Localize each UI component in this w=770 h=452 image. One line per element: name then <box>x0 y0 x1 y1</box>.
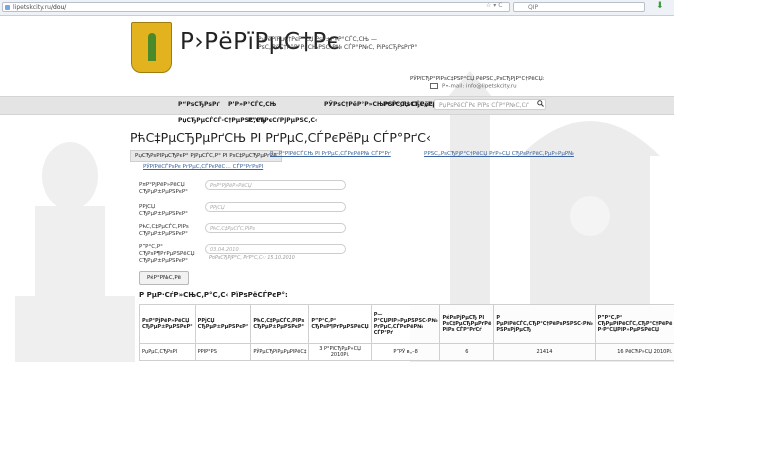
patronymic-input[interactable]: РћС‚С‡РµСЃС‚РІРѕ <box>205 223 346 233</box>
birthdate-input[interactable]: 03.04.2010 <box>205 244 346 254</box>
cell-birthdate: 3 Р°РїСЂРµР»СЏ 2010Рі. <box>308 343 372 361</box>
menu-item-1[interactable]: Р“РѕСЂРѕРґ <box>178 101 219 108</box>
patronymic-label: РћС‚С‡РµСЃС‚РІРѕ СЂРµР±РµРЅРєР° <box>139 224 189 237</box>
col-surname: Р¤Р°РјРёР»РёСЏ СЂРµР±РµРЅРєР° <box>139 304 196 344</box>
col-name: РРјСЏ СЂРµР±РµРЅРєР° <box>194 304 252 344</box>
monument-watermark-left <box>15 142 135 362</box>
city-coat-of-arms-logo[interactable] <box>131 22 172 73</box>
download-arrow-icon[interactable]: ⬇ <box>656 1 664 11</box>
cell-surname: РџРµС‚СЂРѕРІ <box>139 343 196 361</box>
col-reg-number: Р РµРіРёСЃС‚СЂР°С†РёРѕРЅРЅС‹Р№ РЅРѕРјРµС… <box>493 304 596 344</box>
name-label: РРјСЏ СЂРµР±РµРЅРєР° <box>139 204 188 217</box>
col-reg-date: Р”Р°С‚Р° СЂРµРіРёСЃС‚СЂР°С†РёРё Р·Р°СЏРІ… <box>594 304 674 344</box>
page-title: РћС‡РµСЂРµРґСЊ РІ РґРµС‚СЃРєРёРµ СЃР°РґС… <box>130 130 431 145</box>
contact-line-1: РЎРїСЂР°РІРѕС‡РЅР°СЏ РёРЅС„РѕСЂРјР°С†РёС… <box>410 76 545 82</box>
menu-item-docs[interactable]: Р”РѕРєСѓРјРµРЅС‚С‹ <box>248 117 317 124</box>
browser-search-placeholder: QIP <box>528 4 539 11</box>
contact-email[interactable]: Р•-mail: info@lipetskcity.ru <box>430 83 545 91</box>
col-patronymic: РћС‚С‡РµСЃС‚РІРѕ СЂРµР±РµРЅРєР° <box>250 304 310 344</box>
cell-reg-date: 16 РёСЋР»СЏ 2010Рі. <box>594 343 674 361</box>
table-row: РџРµС‚СЂРѕРІ РРІР°РЅ РЎРµСЂРіРµРµРІРёС‡ … <box>139 343 674 361</box>
surname-label: Р¤Р°РјРёР»РёСЏ СЂРµР±РµРЅРєР° <box>139 182 188 195</box>
tab-enroll[interactable]: Р—Р°РїРёСЃСЊ РІ РґРµС‚СЃРєРёР№ СЃР°Рґ <box>270 151 391 157</box>
cell-patronymic: РЎРµСЂРіРµРµРІРёС‡ <box>250 343 310 361</box>
col-queue-number: РќРѕРјРµСЂ РІ РѕС‡РµСЂРµРґРё РїРѕ СЃР°Рґ… <box>439 304 495 344</box>
site-favicon-icon <box>5 5 10 10</box>
url-domain: lipetskcity.ru <box>13 4 51 11</box>
site-search-input[interactable]: РџРѕРёСЃРє РїРѕ СЃР°Р№С‚Сѓ <box>434 99 546 110</box>
cell-reg-number: 21414 <box>493 343 596 361</box>
col-birthdate: Р”Р°С‚Р° СЂРѕР¶РґРµРЅРёСЏ <box>308 304 372 344</box>
col-kindergarten: Р—Р°СЏРІР»РµРЅРЅС‹Р№ РґРµС‚СЃРєРёР№ СЃР°… <box>370 304 441 344</box>
browser-search-field[interactable]: QIP <box>513 2 645 12</box>
tab-parents-info[interactable]: РРЅС„РѕСЂРјР°С†РёСЏ РґР»СЏ СЂРѕРґРёС‚РµР… <box>424 151 574 157</box>
search-submit-button[interactable]: РќР°Р№С‚Рё <box>139 271 189 285</box>
menu-item-2[interactable]: Р’Р»Р°СЃС‚СЊ <box>228 101 276 108</box>
site-subtitle: Р›РёРїРµС†РєР°СЏ РѕР±Р»Р°СЃС‚СЊ — РѕС„Рё… <box>258 36 418 51</box>
date-format-hint: Р¤РѕСЂРјР°С‚ РґР°С‚С‹: 15.10.2010 <box>209 256 295 261</box>
surname-input[interactable]: Р¤Р°РјРёР»РёСЏ <box>205 180 346 190</box>
url-path: /dou/ <box>50 4 67 11</box>
birthdate-label: Р”Р°С‚Р° СЂРѕР¶РґРµРЅРёСЏ СЂРµР±РµРЅРєР° <box>139 244 195 264</box>
bookmark-reload-icons[interactable]: ☆ ▾ C <box>486 2 502 9</box>
main-menu: Р“РѕСЂРѕРґ Р’Р»Р°СЃС‚СЊ РЎРѕС†РёР°Р»СЊРЅ… <box>0 96 674 115</box>
menu-item-4[interactable]: РСЃС‚РѕСЂРёСЏ <box>383 101 438 108</box>
browser-toolbar: lipetskcity.ru/dou/ ☆ ▾ C QIP ⬇ <box>0 0 674 16</box>
address-bar[interactable]: lipetskcity.ru/dou/ <box>2 2 510 12</box>
tab-check-queue[interactable]: РџСЂРѕРІРµСЂРєР° РјРµСЃС‚Р° РІ РѕС‡РµСЂР… <box>130 150 282 162</box>
mail-icon <box>430 83 438 89</box>
cell-name: РРІР°РЅ <box>194 343 252 361</box>
search-icon[interactable] <box>537 100 544 107</box>
name-input[interactable]: РРјСЏ <box>205 202 346 212</box>
web-page: Р›РёРїРµС†Рє Р›РёРїРµС†РєР°СЏ РѕР±Р»Р°СЃ… <box>0 16 674 362</box>
cell-queue-number: 6 <box>439 343 495 361</box>
results-table: Р¤Р°РјРёР»РёСЏ СЂРµР±РµРЅРєР° РРјСЏ СЂРµ… <box>139 304 674 361</box>
results-header-row: Р¤Р°РјРёР»РёСЏ СЂРµР±РµРЅРєР° РРјСЏ СЂРµ… <box>139 304 674 344</box>
cell-kindergarten: Р”РЎ в„–8 <box>370 343 441 361</box>
contact-block: РЎРїСЂР°РІРѕС‡РЅР°СЏ РёРЅС„РѕСЂРјР°С†РёС… <box>410 76 545 91</box>
browser-window: lipetskcity.ru/dou/ ☆ ▾ C QIP ⬇ Р›РёРїРµ… <box>0 0 674 452</box>
tab-kindergarten-list[interactable]: РЎРїРёСЃРѕРє РґРµС‚СЃРєРёС… СЃР°РґРѕРІ <box>143 164 263 170</box>
results-title: Р РµР·СѓР»СЊС‚Р°С‚С‹ РїРѕРёСЃРєР°: <box>139 291 288 299</box>
